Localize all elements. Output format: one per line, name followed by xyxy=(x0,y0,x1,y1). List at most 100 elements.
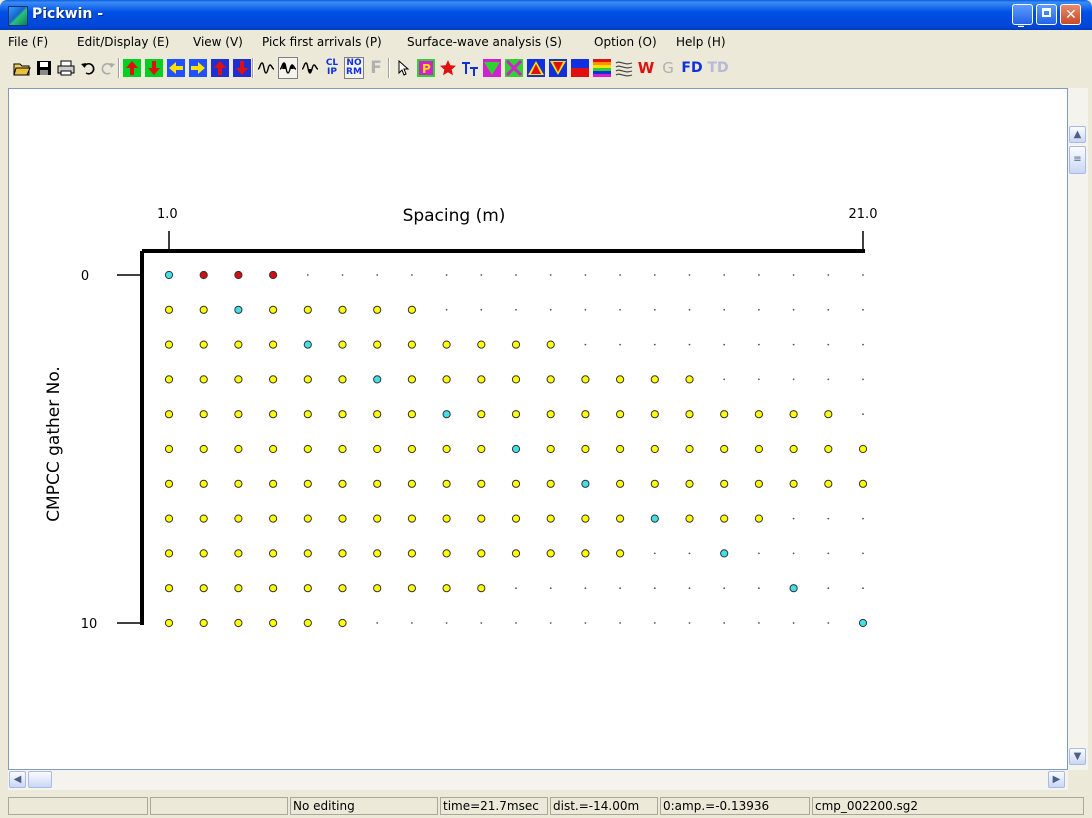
cmpcc-plot[interactable]: 1.0 21.0 Spacing (m) 0 10 CMPCC gather No. xyxy=(9,89,1067,769)
grid-point xyxy=(827,587,830,590)
grid-point xyxy=(515,308,517,311)
undo-icon[interactable] xyxy=(78,57,98,79)
grid-point xyxy=(862,308,864,311)
color-bar-icon[interactable] xyxy=(570,57,590,79)
grid-point xyxy=(688,552,691,555)
title-bar[interactable]: Pickwin - _ ✕ xyxy=(0,0,1092,30)
open-icon[interactable] xyxy=(12,57,32,79)
variable-area-icon[interactable] xyxy=(278,57,298,79)
clip-icon[interactable]: CL IP xyxy=(322,57,342,79)
close-button[interactable]: ✕ xyxy=(1060,4,1081,25)
red-down-arrow-icon[interactable] xyxy=(144,57,164,79)
left-arrow-icon[interactable] xyxy=(166,57,186,79)
x-axis-max-label: 21.0 xyxy=(849,207,878,222)
pick-marker xyxy=(269,340,278,349)
pick-marker xyxy=(442,375,451,384)
cross-icon[interactable] xyxy=(504,57,524,79)
pick-marker xyxy=(164,375,174,384)
pick-marker xyxy=(546,514,555,523)
td-icon[interactable]: TD xyxy=(706,57,730,79)
grid-point xyxy=(445,308,448,311)
fd-icon[interactable]: FD xyxy=(680,57,704,79)
grid-point xyxy=(758,274,760,276)
save-icon[interactable] xyxy=(34,57,54,79)
pick-marker xyxy=(407,584,416,593)
grid-point xyxy=(862,517,864,520)
y-axis-label-10: 10 xyxy=(81,617,98,632)
grid-point xyxy=(688,622,691,624)
pick-marker xyxy=(269,270,278,280)
right-arrow-icon[interactable] xyxy=(188,57,208,79)
grid-point xyxy=(445,274,448,276)
menu-option[interactable]: Option (O) xyxy=(594,35,657,49)
filter-icon[interactable]: F xyxy=(366,57,386,79)
print-icon[interactable] xyxy=(56,57,76,79)
pick-marker xyxy=(546,479,555,488)
normalize-icon[interactable]: NO RM xyxy=(344,57,364,79)
scroll-down-button[interactable]: ▼ xyxy=(1069,748,1086,765)
triangle-down-icon[interactable] xyxy=(548,57,568,79)
pick-marker xyxy=(303,375,312,384)
w-icon[interactable]: W xyxy=(636,57,656,79)
pick-marker xyxy=(269,584,278,593)
pick-marker xyxy=(407,410,416,419)
grid-point xyxy=(723,587,726,590)
star-icon[interactable] xyxy=(438,57,458,79)
pointer-icon[interactable] xyxy=(394,57,414,79)
blue-up-arrow-icon[interactable] xyxy=(210,57,230,79)
pick-marker xyxy=(234,479,243,488)
wiggle-negative-icon[interactable] xyxy=(300,57,320,79)
g-icon[interactable]: G xyxy=(658,57,678,79)
pick-marker xyxy=(685,444,694,454)
wiggle-trace-icon[interactable] xyxy=(256,57,276,79)
minimize-button[interactable]: _ xyxy=(1012,4,1033,26)
menu-file[interactable]: File (F) xyxy=(8,35,48,49)
x-axis-min-label: 1.0 xyxy=(157,207,178,222)
pick-marker xyxy=(164,514,174,523)
pick-icon[interactable]: P xyxy=(416,57,436,79)
pick-marker xyxy=(442,584,451,593)
menu-help[interactable]: Help (H) xyxy=(676,35,726,49)
grid-point xyxy=(827,552,830,555)
pick-marker xyxy=(234,618,243,628)
horizontal-scrollbar[interactable]: ◀ ▶ xyxy=(8,770,1068,790)
grid-point xyxy=(723,308,726,311)
pick-marker xyxy=(373,479,382,488)
pick-marker xyxy=(234,410,243,419)
pick-marker xyxy=(511,444,521,454)
y-axis-label-0: 0 xyxy=(81,269,89,284)
maximize-button[interactable] xyxy=(1036,4,1057,25)
pick-marker xyxy=(373,340,382,349)
pick-marker xyxy=(373,410,382,419)
grid-point xyxy=(376,274,379,276)
grid-point xyxy=(584,587,587,590)
pick-marker xyxy=(338,444,347,454)
grid-point xyxy=(827,343,830,346)
scroll-left-button[interactable]: ◀ xyxy=(9,771,26,788)
scroll-up-button[interactable]: ▲ xyxy=(1069,126,1086,143)
scroll-right-button[interactable]: ▶ xyxy=(1048,771,1065,788)
menu-edit-display[interactable]: Edit/Display (E) xyxy=(77,35,169,49)
redo-icon[interactable] xyxy=(98,57,118,79)
vertical-scroll-thumb[interactable]: ≡ xyxy=(1069,146,1086,174)
red-up-arrow-icon[interactable] xyxy=(122,57,142,79)
blue-down-arrow-icon[interactable] xyxy=(232,57,252,79)
plot-canvas[interactable]: 1.0 21.0 Spacing (m) 0 10 CMPCC gather No. xyxy=(8,88,1068,770)
horizontal-scroll-thumb[interactable] xyxy=(28,771,52,788)
grid-point xyxy=(723,343,726,346)
contour-icon[interactable] xyxy=(614,57,634,79)
pick-marker xyxy=(650,444,659,454)
menu-view[interactable]: View (V) xyxy=(193,35,243,49)
pick-marker xyxy=(199,444,208,454)
grid-point xyxy=(515,587,517,590)
menu-surface-wave-analysis[interactable]: Surface-wave analysis (S) xyxy=(407,35,562,49)
pick-marker xyxy=(685,375,694,384)
vertical-scrollbar[interactable]: ▲ ≡ ▼ xyxy=(1068,88,1088,770)
pick-marker xyxy=(789,479,798,488)
triangle-down-green-icon[interactable] xyxy=(482,57,502,79)
rainbow-icon[interactable] xyxy=(592,57,612,79)
pick-marker xyxy=(650,514,659,523)
triangle-up-icon[interactable] xyxy=(526,57,546,79)
text-size-icon[interactable] xyxy=(460,57,480,79)
menu-pick-first-arrivals[interactable]: Pick first arrivals (P) xyxy=(262,35,382,49)
